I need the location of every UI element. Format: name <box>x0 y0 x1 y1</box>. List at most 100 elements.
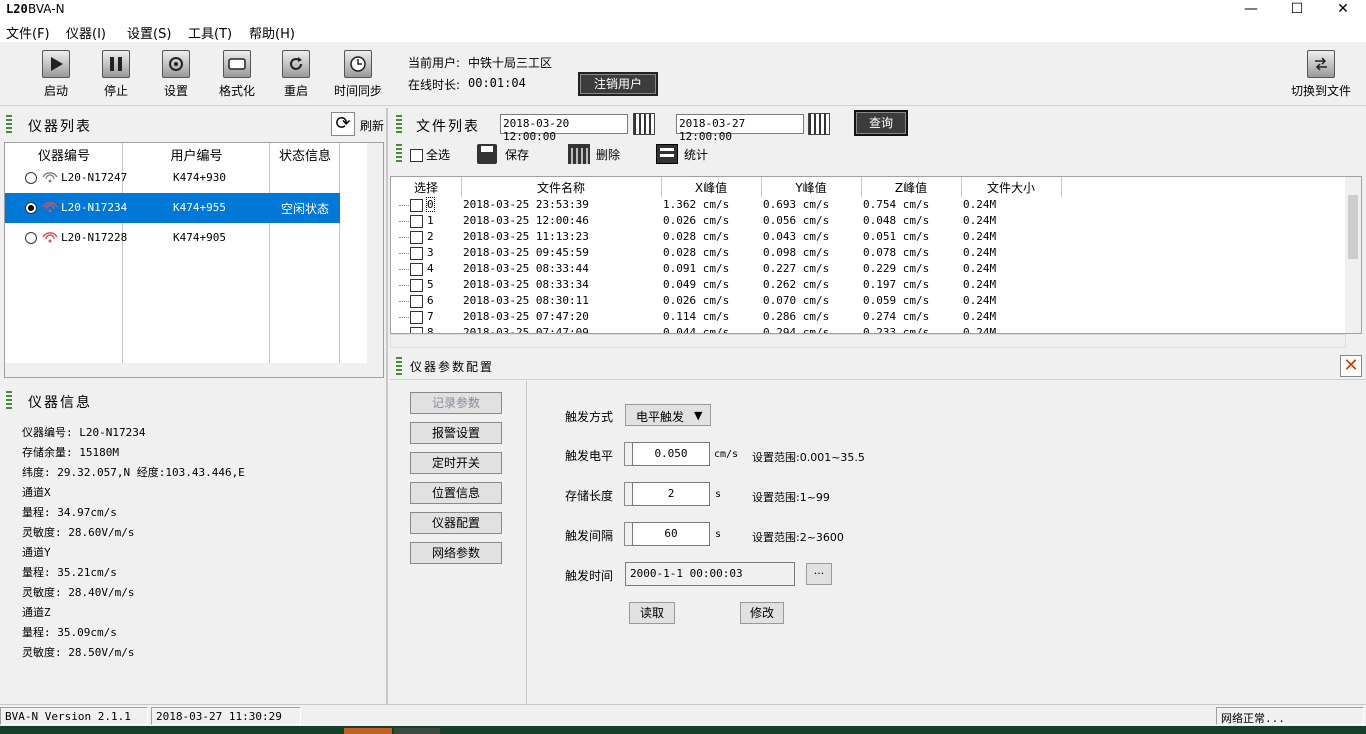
trigger-mode-select[interactable]: 电平触发 ▼ <box>625 404 711 426</box>
refresh-label[interactable]: 刷新 <box>360 117 384 134</box>
file-row[interactable]: 8 2018-03-25 07:47:09 0.044 cm/s 0.294 cm/s… <box>391 325 1341 334</box>
file-row[interactable]: 4 2018-03-25 08:33:44 0.091 cm/s 0.227 cm/s… <box>391 261 1341 277</box>
trigger-level-input[interactable]: 0.050 <box>632 442 710 466</box>
select-all-checkbox[interactable] <box>410 149 423 162</box>
device-row[interactable]: L20-N17228 K474+905 <box>5 223 340 253</box>
taskbar-item[interactable] <box>394 728 440 734</box>
maximize-button[interactable]: ☐ <box>1274 0 1320 20</box>
minimize-button[interactable]: — <box>1228 0 1274 20</box>
file-row[interactable]: 3 2018-03-25 09:45:59 0.028 cm/s 0.098 cm/s… <box>391 245 1341 261</box>
start-date-input[interactable]: 2018-03-20 12:00:00 <box>500 114 628 143</box>
delete-button[interactable]: 删除 <box>596 146 620 163</box>
end-date-input[interactable]: 2018-03-27 12:00:00 <box>676 114 804 143</box>
stop-button[interactable]: 停止 <box>86 50 146 99</box>
menu-instrument[interactable]: 仪器(I) <box>66 23 106 42</box>
file-row[interactable]: 0 2018-03-25 23:53:39 1.362 cm/s 0.693 cm/s… <box>391 197 1341 213</box>
device-row[interactable]: L20-N17247 K474+930 <box>5 163 340 193</box>
menu-settings[interactable]: 设置(S) <box>127 23 171 42</box>
time-sync-button[interactable]: 时间同步 <box>328 50 388 99</box>
storage-length-input[interactable]: 2 <box>632 482 710 506</box>
query-button[interactable]: 查询 <box>854 110 908 136</box>
file-row[interactable]: 2 2018-03-25 11:13:23 0.028 cm/s 0.043 cm/s… <box>391 229 1341 245</box>
logout-button[interactable]: 注销用户 <box>578 72 658 96</box>
file-row[interactable]: 6 2018-03-25 08:30:11 0.026 cm/s 0.070 cm/s… <box>391 293 1341 309</box>
file-row[interactable]: 5 2018-03-25 08:33:34 0.049 cm/s 0.262 cm/s… <box>391 277 1341 293</box>
close-panel-icon[interactable]: ✕ <box>1340 355 1362 377</box>
record-params-button[interactable]: 记录参数 <box>410 392 502 414</box>
clock-icon <box>344 50 372 78</box>
splitter[interactable] <box>386 108 388 704</box>
timer-switch-button[interactable]: 定时开关 <box>410 452 502 474</box>
file-row-checkbox[interactable] <box>410 279 423 292</box>
scroll-thumb[interactable] <box>1348 195 1358 259</box>
file-row-checkbox[interactable] <box>410 327 423 333</box>
info-channel-y: 通道Y <box>22 546 51 559</box>
col-header-select[interactable]: 选择 <box>391 179 461 196</box>
read-button[interactable]: 读取 <box>629 602 675 624</box>
stats-icon[interactable] <box>656 144 678 164</box>
file-cell-y: 0.286 cm/s <box>763 310 830 323</box>
file-row-checkbox[interactable] <box>410 247 423 260</box>
refresh-icon[interactable]: ⟳ <box>331 112 355 136</box>
file-row-checkbox[interactable] <box>410 295 423 308</box>
col-header-size[interactable]: 文件大小 <box>961 179 1061 196</box>
title-bar: L20 BVA-N — ☐ ✕ <box>0 0 1366 20</box>
format-button[interactable]: 格式化 <box>207 50 267 99</box>
taskbar-item[interactable] <box>344 728 392 734</box>
network-params-button[interactable]: 网络参数 <box>410 542 502 564</box>
trash-icon[interactable] <box>568 144 590 164</box>
grip-handle[interactable] <box>6 115 12 135</box>
file-hscrollbar[interactable] <box>390 334 1346 348</box>
device-config-button[interactable]: 仪器配置 <box>410 512 502 534</box>
col-header-z-peak[interactable]: Z峰值 <box>861 179 961 196</box>
col-header-device-id[interactable]: 仪器编号 <box>5 145 123 164</box>
save-icon[interactable] <box>477 144 497 164</box>
stats-button[interactable]: 统计 <box>684 146 708 163</box>
trigger-time-picker-button[interactable]: ... <box>806 563 832 585</box>
file-row[interactable]: 7 2018-03-25 07:47:20 0.114 cm/s 0.286 cm/s… <box>391 309 1341 325</box>
device-vscrollbar[interactable] <box>367 143 383 363</box>
close-button[interactable]: ✕ <box>1320 0 1366 20</box>
col-header-user-id[interactable]: 用户编号 <box>123 145 270 164</box>
file-vscrollbar[interactable] <box>1345 177 1361 333</box>
col-header-filename[interactable]: 文件名称 <box>461 179 661 196</box>
menu-file[interactable]: 文件(F) <box>6 23 50 42</box>
trigger-time-input[interactable]: 2000-1-1 00:00:03 <box>625 562 795 586</box>
settings-icon <box>162 50 190 78</box>
restart-button[interactable]: 重启 <box>266 50 326 99</box>
info-range-y: 量程: 35.21cm/s <box>22 566 117 579</box>
modify-button[interactable]: 修改 <box>740 602 784 624</box>
menu-tools[interactable]: 工具(T) <box>188 23 232 42</box>
device-radio[interactable] <box>25 172 37 184</box>
menu-help[interactable]: 帮助(H) <box>249 23 295 42</box>
select-all-label[interactable]: 全选 <box>426 146 450 163</box>
trigger-interval-input[interactable]: 60 <box>632 522 710 546</box>
calendar-icon[interactable] <box>808 113 830 135</box>
grip-handle[interactable] <box>396 115 402 135</box>
info-storage: 存储余量: 15180M <box>22 446 119 459</box>
save-button[interactable]: 保存 <box>505 146 529 163</box>
col-header-y-peak[interactable]: Y峰值 <box>761 179 861 196</box>
file-row-checkbox[interactable] <box>410 199 423 212</box>
start-button[interactable]: 启动 <box>26 50 86 99</box>
device-row-selected[interactable]: L20-N17234 K474+955 空闲状态 <box>5 193 340 223</box>
grip-handle[interactable] <box>396 144 402 164</box>
file-row-checkbox[interactable] <box>410 263 423 276</box>
file-row-checkbox[interactable] <box>410 311 423 324</box>
file-row-checkbox[interactable] <box>410 231 423 244</box>
calendar-icon[interactable] <box>633 113 655 135</box>
alarm-settings-button[interactable]: 报警设置 <box>410 422 502 444</box>
file-cell-name: 2018-03-25 07:47:09 <box>463 326 589 334</box>
settings-button[interactable]: 设置 <box>146 50 206 99</box>
device-radio[interactable] <box>25 202 37 214</box>
device-hscrollbar[interactable] <box>5 363 383 377</box>
device-radio[interactable] <box>25 232 37 244</box>
location-info-button[interactable]: 位置信息 <box>410 482 502 504</box>
file-row-checkbox[interactable] <box>410 215 423 228</box>
col-header-status[interactable]: 状态信息 <box>270 145 340 164</box>
file-row[interactable]: 1 2018-03-25 12:00:46 0.026 cm/s 0.056 cm/s… <box>391 213 1341 229</box>
switch-to-file-button[interactable]: 切换到文件 <box>1288 50 1354 99</box>
col-header-x-peak[interactable]: X峰值 <box>661 179 761 196</box>
grip-handle[interactable] <box>396 357 402 377</box>
grip-handle[interactable] <box>6 391 12 411</box>
